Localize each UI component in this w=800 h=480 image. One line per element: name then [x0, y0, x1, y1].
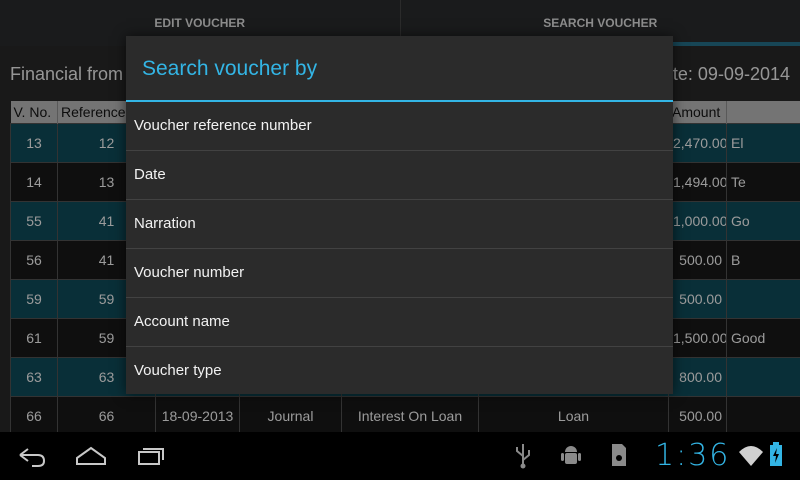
wifi-icon [739, 446, 763, 466]
status-clock: 1:36 [655, 438, 731, 473]
option-voucher-number[interactable]: Voucher number [126, 249, 673, 298]
usb-icon [516, 444, 530, 469]
recent-apps-icon[interactable] [136, 442, 168, 470]
option-voucher-type[interactable]: Voucher type [126, 347, 673, 395]
option-date[interactable]: Date [126, 151, 673, 200]
android-debug-icon [561, 446, 581, 464]
option-narration[interactable]: Narration [126, 200, 673, 249]
search-voucher-dialog: Search voucher by Voucher reference numb… [126, 36, 673, 394]
home-icon[interactable] [75, 442, 107, 470]
sd-card-icon [612, 444, 626, 466]
option-account-name[interactable]: Account name [126, 298, 673, 347]
battery-charging-icon [770, 442, 782, 466]
back-icon[interactable] [16, 442, 48, 470]
dialog-title: Search voucher by [126, 36, 673, 102]
option-voucher-reference-number[interactable]: Voucher reference number [126, 102, 673, 151]
